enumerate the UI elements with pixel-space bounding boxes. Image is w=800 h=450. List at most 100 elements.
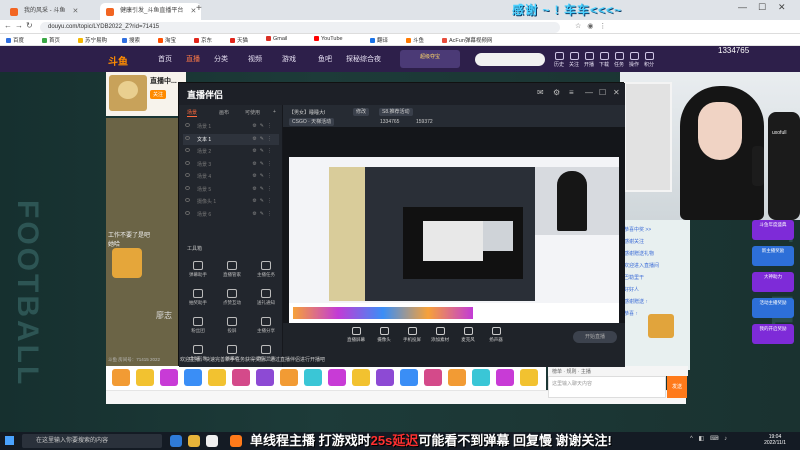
- gift-icon[interactable]: [112, 369, 130, 386]
- folder-icon[interactable]: [188, 435, 200, 447]
- minimize-icon[interactable]: —: [585, 88, 593, 97]
- nav-right-item[interactable]: 历史: [552, 52, 566, 68]
- gift-icon[interactable]: [520, 369, 538, 386]
- bookmark-item[interactable]: AcFun弹幕视频网: [442, 36, 492, 44]
- companion-control-button[interactable]: 手机投屏: [399, 327, 425, 343]
- tool-button[interactable]: 直播管家: [217, 261, 247, 278]
- nav-special[interactable]: 探秘综合夜: [346, 54, 381, 64]
- bookmark-item[interactable]: Gmail: [266, 36, 287, 42]
- promo-banner[interactable]: 新主播奖励: [752, 246, 794, 266]
- gift-icon[interactable]: [184, 369, 202, 386]
- settings-icon[interactable]: ⚙: [553, 88, 560, 97]
- companion-control-button[interactable]: 添加素材: [427, 327, 453, 343]
- tool-button[interactable]: 主播分享: [251, 317, 281, 334]
- edge-icon[interactable]: [170, 435, 182, 447]
- maximize-icon[interactable]: ☐: [758, 2, 766, 13]
- scene-actions-icon[interactable]: ⚙✎⋮: [252, 173, 275, 179]
- companion-control-button[interactable]: 摄像头: [371, 327, 397, 343]
- gift-icon[interactable]: [208, 369, 226, 386]
- scene-actions-icon[interactable]: ⚙✎⋮: [252, 211, 275, 217]
- gift-icon[interactable]: [376, 369, 394, 386]
- tool-button[interactable]: 抽奖助手: [183, 289, 213, 306]
- tool-button[interactable]: 点赞互动: [217, 289, 247, 306]
- bookmark-item[interactable]: 淘宝: [158, 36, 176, 44]
- visibility-eye-icon[interactable]: [185, 123, 190, 127]
- send-button[interactable]: 发送: [667, 376, 687, 398]
- scene-row[interactable]: 摄像头 1 ⚙✎⋮: [183, 196, 279, 207]
- new-tab-button[interactable]: +: [196, 3, 202, 14]
- nav-right-item[interactable]: 开播: [582, 52, 596, 68]
- menu-icon[interactable]: ≡: [569, 88, 574, 97]
- nav-video[interactable]: 视频: [248, 54, 262, 64]
- visibility-eye-icon[interactable]: [185, 173, 190, 177]
- chrome-icon[interactable]: [206, 435, 218, 447]
- gift-icon[interactable]: [400, 369, 418, 386]
- gift-icon[interactable]: [136, 369, 154, 386]
- tool-button[interactable]: 粉丝团: [183, 317, 213, 334]
- promo-banner[interactable]: 大神助力: [752, 272, 794, 292]
- bookmark-item[interactable]: YouTube: [314, 36, 343, 42]
- tab-canvas[interactable]: 画布: [219, 109, 229, 116]
- nav-game[interactable]: 游戏: [282, 54, 296, 64]
- chat-input[interactable]: 这里输入聊天内容: [548, 376, 666, 398]
- tool-button[interactable]: 主播任务: [251, 261, 281, 278]
- scene-row[interactable]: 场景 6 ⚙✎⋮: [183, 209, 279, 220]
- nav-home[interactable]: 首页: [158, 54, 172, 64]
- douyu-app-icon[interactable]: [230, 435, 242, 447]
- tool-button[interactable]: 送礼通知: [251, 289, 281, 306]
- start-live-button[interactable]: 开始直播: [573, 331, 617, 343]
- activity-chip[interactable]: S8.推荐活动: [379, 108, 413, 116]
- bookmark-item[interactable]: 首页: [42, 36, 60, 44]
- nav-live[interactable]: 直播: [186, 54, 200, 64]
- taskbar-search[interactable]: 在这里输入你要搜索的内容: [22, 434, 162, 448]
- nav-category[interactable]: 分类: [214, 54, 228, 64]
- gift-icon[interactable]: [304, 369, 322, 386]
- bookmark-item[interactable]: 百度: [6, 36, 24, 44]
- edit-chip[interactable]: 修改: [353, 108, 370, 116]
- scene-actions-icon[interactable]: ⚙✎⋮: [252, 161, 275, 167]
- companion-control-button[interactable]: 直播屏幕: [343, 327, 369, 343]
- gift-icon[interactable]: [160, 369, 178, 386]
- nav-right-item[interactable]: 下载: [597, 52, 611, 68]
- promo-pill[interactable]: 超级夺宝: [400, 50, 460, 68]
- companion-control-button[interactable]: 扬声器: [483, 327, 509, 343]
- visibility-eye-icon[interactable]: [185, 148, 190, 152]
- gift-icon[interactable]: [256, 369, 274, 386]
- visibility-eye-icon[interactable]: [185, 160, 190, 165]
- browser-tab[interactable]: 我的风采 - 斗鱼 ✕: [4, 3, 83, 20]
- scene-row[interactable]: 场景 5 ⚙✎⋮: [183, 184, 279, 195]
- add-scene-icon[interactable]: +: [273, 109, 276, 115]
- close-window-icon[interactable]: ✕: [778, 2, 786, 13]
- gift-icon[interactable]: [280, 369, 298, 386]
- close-icon[interactable]: ✕: [613, 88, 620, 97]
- bookmark-item[interactable]: 斗鱼: [406, 36, 424, 44]
- visibility-eye-icon[interactable]: [185, 198, 190, 202]
- tab-available[interactable]: 可使用: [245, 109, 260, 116]
- bookmark-item[interactable]: 搜索: [122, 36, 140, 44]
- visibility-eye-icon[interactable]: [185, 135, 190, 140]
- streamer-avatar[interactable]: [109, 75, 147, 111]
- maximize-icon[interactable]: ☐: [599, 88, 606, 97]
- companion-control-button[interactable]: 麦克风: [455, 327, 481, 343]
- promo-banner[interactable]: 我的开启奖励: [752, 324, 794, 344]
- browser-tab-active[interactable]: 健康引发_斗鱼直播平台 ✕: [100, 3, 202, 20]
- tool-button[interactable]: 投屏: [217, 317, 247, 334]
- treasure-chest-icon[interactable]: [648, 314, 674, 338]
- visibility-eye-icon[interactable]: [185, 210, 190, 215]
- scene-actions-icon[interactable]: ⚙✎⋮: [252, 123, 275, 129]
- minimize-icon[interactable]: —: [738, 2, 747, 12]
- forward-icon[interactable]: →: [15, 21, 23, 30]
- promo-banner[interactable]: 斗鱼年度盛典: [752, 220, 794, 240]
- chat-tabs[interactable]: 榜单 · 规则 · 主播: [548, 366, 688, 376]
- preview-canvas[interactable]: [283, 127, 625, 323]
- site-search-input[interactable]: [475, 53, 545, 66]
- bookmark-item[interactable]: 苏宁易购: [78, 36, 107, 44]
- gift-chest-icon[interactable]: [112, 248, 142, 278]
- scene-actions-icon[interactable]: ⚙✎⋮: [252, 136, 275, 142]
- scene-actions-icon[interactable]: ⚙✎⋮: [252, 186, 275, 192]
- tab-scene[interactable]: 场景: [187, 109, 198, 117]
- scene-row[interactable]: 场景 3 ⚙✎⋮: [183, 159, 279, 170]
- bookmark-item[interactable]: 天猫: [230, 36, 248, 44]
- douyu-logo[interactable]: 斗鱼: [108, 53, 128, 68]
- system-tray-icons[interactable]: ^ ◧ ⌨ ♪: [690, 435, 729, 442]
